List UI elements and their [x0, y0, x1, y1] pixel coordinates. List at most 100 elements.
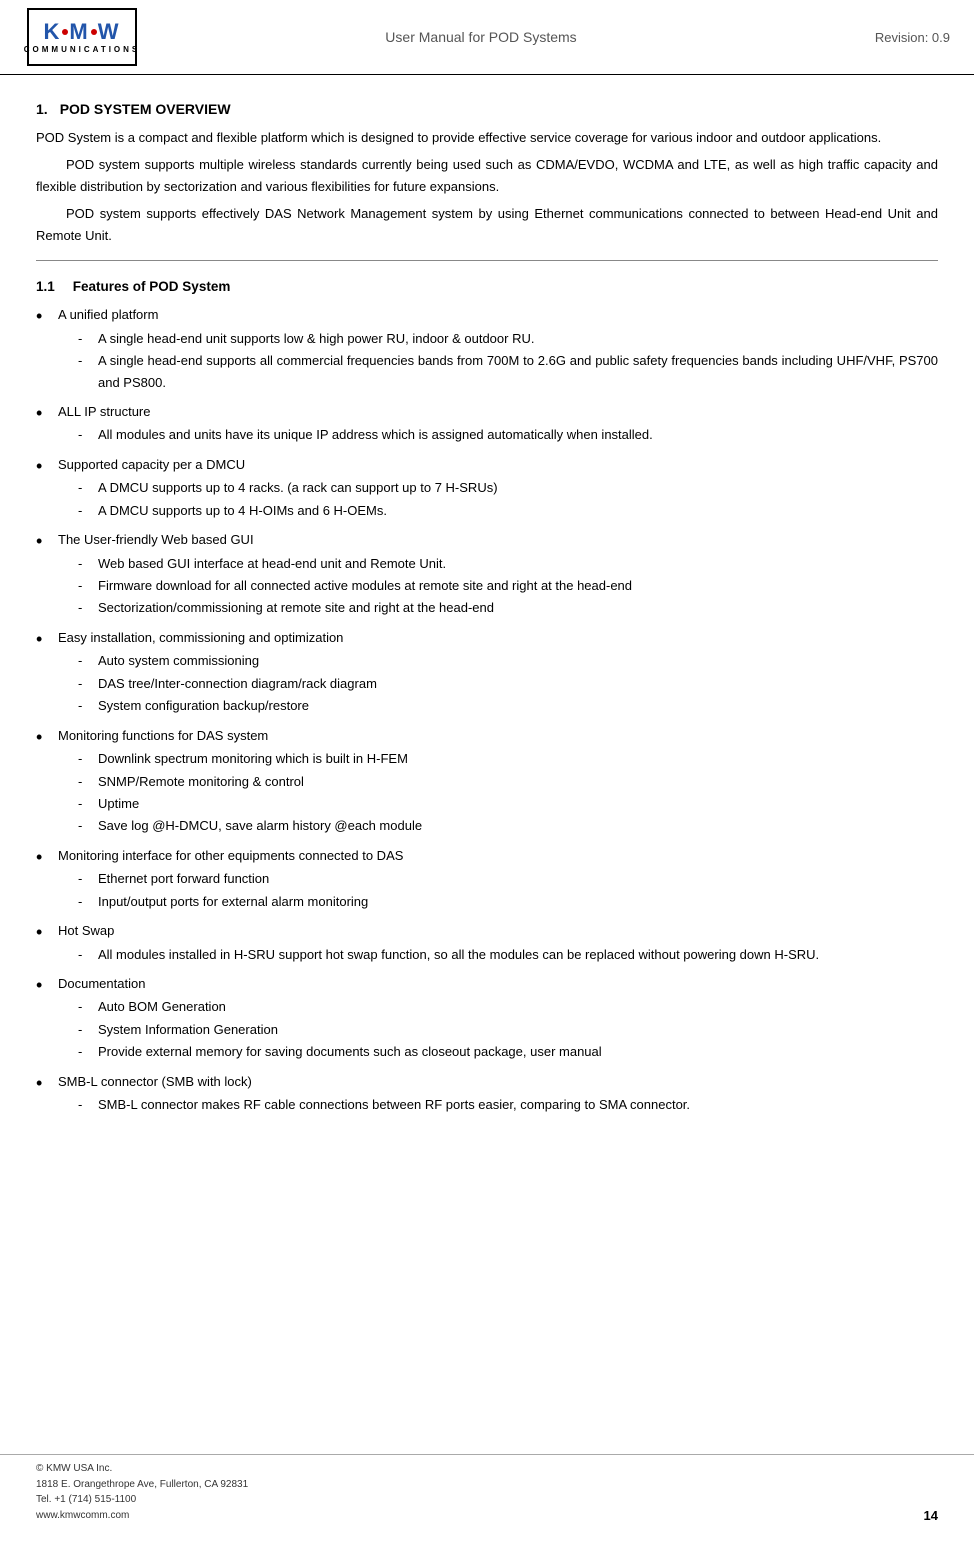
bullet-content-4: Easy installation, commissioning and opt… — [58, 627, 938, 721]
sub-text-4-2: System configuration backup/restore — [98, 695, 309, 716]
footer-web: www.kmwcomm.com — [36, 1508, 248, 1524]
sub-text-3-1: Firmware download for all connected acti… — [98, 575, 632, 596]
sub-item-1-0: -All modules and units have its unique I… — [58, 424, 938, 445]
page-number: 14 — [924, 1508, 938, 1523]
sub-dash-3-2: - — [78, 597, 98, 618]
sub-text-0-0: A single head-end unit supports low & hi… — [98, 328, 534, 349]
sub-dash-8-0: - — [78, 996, 98, 1017]
bullet-label-5: Monitoring functions for DAS system — [58, 725, 938, 746]
page-header: K M W COMMUNICATIONS User Manual for POD… — [0, 0, 974, 75]
sub-text-4-0: Auto system commissioning — [98, 650, 259, 671]
bullet-label-8: Documentation — [58, 973, 938, 994]
sub-item-3-0: -Web based GUI interface at head-end uni… — [58, 553, 938, 574]
sub-item-6-0: -Ethernet port forward function — [58, 868, 938, 889]
sub-item-8-2: -Provide external memory for saving docu… — [58, 1041, 938, 1062]
bullet-dot-6: • — [36, 845, 58, 869]
bullet-label-2: Supported capacity per a DMCU — [58, 454, 938, 475]
divider — [36, 260, 938, 261]
sub-dash-7-0: - — [78, 944, 98, 965]
sub-dash-4-0: - — [78, 650, 98, 671]
sub-text-5-0: Downlink spectrum monitoring which is bu… — [98, 748, 408, 769]
logo-w: W — [98, 21, 121, 43]
footer-info: © KMW USA Inc. 1818 E. Orangethrope Ave,… — [36, 1461, 248, 1523]
section1-label: POD SYSTEM OVERVIEW — [60, 101, 231, 117]
bullet-dot-7: • — [36, 920, 58, 944]
section1-1-number: 1.1 — [36, 279, 55, 294]
sub-item-7-0: -All modules installed in H-SRU support … — [58, 944, 938, 965]
sub-text-5-3: Save log @H-DMCU, save alarm history @ea… — [98, 815, 422, 836]
sub-item-5-1: -SNMP/Remote monitoring & control — [58, 771, 938, 792]
logo-kmw: K — [44, 21, 62, 43]
bullet-dot-2: • — [36, 454, 58, 478]
bullet-content-3: The User-friendly Web based GUI-Web base… — [58, 529, 938, 623]
sub-item-5-2: -Uptime — [58, 793, 938, 814]
sub-list-4: -Auto system commissioning-DAS tree/Inte… — [58, 650, 938, 716]
bullet-dot-9: • — [36, 1071, 58, 1095]
sub-item-5-3: -Save log @H-DMCU, save alarm history @e… — [58, 815, 938, 836]
logo-m: M — [69, 21, 89, 43]
sub-text-2-1: A DMCU supports up to 4 H-OIMs and 6 H-O… — [98, 500, 387, 521]
sub-dash-4-2: - — [78, 695, 98, 716]
bullet-item-5: •Monitoring functions for DAS system-Dow… — [36, 725, 938, 841]
sub-dash-4-1: - — [78, 673, 98, 694]
sub-dash-5-1: - — [78, 771, 98, 792]
bullet-dot-0: • — [36, 304, 58, 328]
sub-item-3-1: -Firmware download for all connected act… — [58, 575, 938, 596]
sub-item-6-1: -Input/output ports for external alarm m… — [58, 891, 938, 912]
sub-dash-5-3: - — [78, 815, 98, 836]
footer-company: © KMW USA Inc. — [36, 1461, 248, 1477]
sub-dash-2-0: - — [78, 477, 98, 498]
sub-text-2-0: A DMCU supports up to 4 racks. (a rack c… — [98, 477, 498, 498]
sub-list-8: -Auto BOM Generation-System Information … — [58, 996, 938, 1062]
sub-list-9: -SMB-L connector makes RF cable connecti… — [58, 1094, 938, 1115]
sub-text-5-1: SNMP/Remote monitoring & control — [98, 771, 304, 792]
sub-dash-3-1: - — [78, 575, 98, 596]
bullet-item-9: •SMB-L connector (SMB with lock)-SMB-L c… — [36, 1071, 938, 1120]
footer-address: 1818 E. Orangethrope Ave, Fullerton, CA … — [36, 1477, 248, 1493]
bullet-item-1: •ALL IP structure-All modules and units … — [36, 401, 938, 450]
sub-dash-8-2: - — [78, 1041, 98, 1062]
bullet-content-9: SMB-L connector (SMB with lock)-SMB-L co… — [58, 1071, 938, 1120]
sub-text-4-1: DAS tree/Inter-connection diagram/rack d… — [98, 673, 377, 694]
bullet-item-3: •The User-friendly Web based GUI-Web bas… — [36, 529, 938, 623]
bullet-label-4: Easy installation, commissioning and opt… — [58, 627, 938, 648]
sub-item-2-0: -A DMCU supports up to 4 racks. (a rack … — [58, 477, 938, 498]
sub-dash-5-0: - — [78, 748, 98, 769]
bullet-content-7: Hot Swap -All modules installed in H-SRU … — [58, 920, 938, 969]
bullet-label-1: ALL IP structure — [58, 401, 938, 422]
sub-dash-6-1: - — [78, 891, 98, 912]
sub-item-8-0: -Auto BOM Generation — [58, 996, 938, 1017]
features-list: •A unified platform-A single head-end un… — [36, 304, 938, 1119]
bullet-item-0: •A unified platform -A single head-end un… — [36, 304, 938, 397]
sub-item-8-1: -System Information Generation — [58, 1019, 938, 1040]
bullet-label-7: Hot Swap — [58, 920, 938, 941]
section1-1-title: 1.1Features of POD System — [36, 279, 938, 294]
header-revision: Revision: 0.9 — [810, 30, 950, 45]
sub-text-0-1: A single head-end supports all commercia… — [98, 350, 938, 393]
sub-item-4-1: -DAS tree/Inter-connection diagram/rack … — [58, 673, 938, 694]
sub-item-9-0: -SMB-L connector makes RF cable connecti… — [58, 1094, 938, 1115]
bullet-item-2: •Supported capacity per a DMCU-A DMCU su… — [36, 454, 938, 525]
bullet-label-3: The User-friendly Web based GUI — [58, 529, 938, 550]
footer-tel: Tel. +1 (714) 515-1100 — [36, 1492, 248, 1508]
sub-item-3-2: -Sectorization/commissioning at remote s… — [58, 597, 938, 618]
sub-item-4-2: -System configuration backup/restore — [58, 695, 938, 716]
bullet-content-1: ALL IP structure-All modules and units h… — [58, 401, 938, 450]
bullet-item-7: •Hot Swap -All modules installed in H-SRU… — [36, 920, 938, 969]
bullet-content-0: A unified platform -A single head-end uni… — [58, 304, 938, 397]
bullet-label-9: SMB-L connector (SMB with lock) — [58, 1071, 938, 1092]
sub-list-0: -A single head-end unit supports low & h… — [58, 328, 938, 393]
sub-item-2-1: -A DMCU supports up to 4 H-OIMs and 6 H-… — [58, 500, 938, 521]
bullet-label-6: Monitoring interface for other equipment… — [58, 845, 938, 866]
sub-text-3-0: Web based GUI interface at head-end unit… — [98, 553, 446, 574]
bullet-content-2: Supported capacity per a DMCU-A DMCU sup… — [58, 454, 938, 525]
sub-list-1: -All modules and units have its unique I… — [58, 424, 938, 445]
sub-text-8-2: Provide external memory for saving docum… — [98, 1041, 602, 1062]
sub-list-2: -A DMCU supports up to 4 racks. (a rack … — [58, 477, 938, 521]
header-title: User Manual for POD Systems — [152, 29, 810, 45]
bullet-item-4: •Easy installation, commissioning and op… — [36, 627, 938, 721]
section1-number: 1. — [36, 101, 48, 117]
bullet-label-0: A unified platform — [58, 304, 938, 325]
content-area: 1.POD SYSTEM OVERVIEW POD System is a co… — [0, 81, 974, 1204]
sub-text-7-0: All modules installed in H-SRU support h… — [98, 944, 819, 965]
